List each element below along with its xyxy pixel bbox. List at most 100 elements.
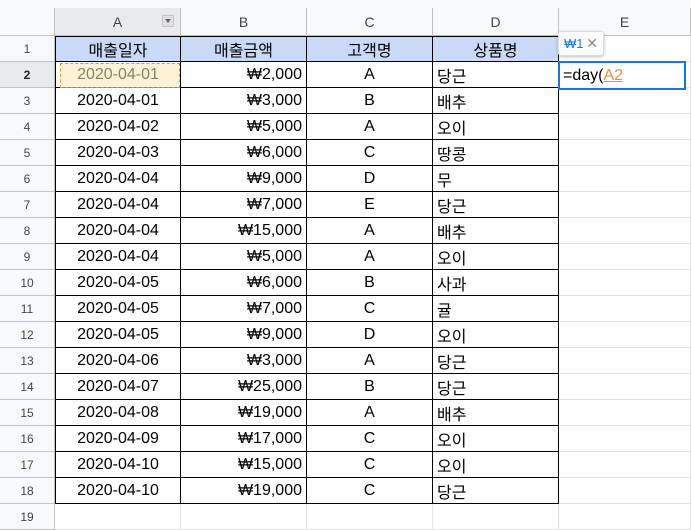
cell-d3[interactable]: 배추 xyxy=(433,88,559,114)
cell-c15[interactable]: A xyxy=(307,400,433,426)
cell-a17[interactable]: 2020-04-10 xyxy=(55,452,181,478)
cell-a13[interactable]: 2020-04-06 xyxy=(55,348,181,374)
cell-b14[interactable]: ₩25,000 xyxy=(181,374,307,400)
cell-d7[interactable]: 당근 xyxy=(433,192,559,218)
cell-c1[interactable]: 고객명 xyxy=(307,36,433,62)
cell-c7[interactable]: E xyxy=(307,192,433,218)
row-header-15[interactable]: 15 xyxy=(0,400,55,426)
row-header-6[interactable]: 6 xyxy=(0,166,55,192)
cell-a16[interactable]: 2020-04-09 xyxy=(55,426,181,452)
chevron-down-icon[interactable] xyxy=(162,15,174,27)
row-header-10[interactable]: 10 xyxy=(0,270,55,296)
cell-d1[interactable]: 상품명 xyxy=(433,36,559,62)
cell-a7[interactable]: 2020-04-04 xyxy=(55,192,181,218)
cell-b5[interactable]: ₩6,000 xyxy=(181,140,307,166)
cell-editor-e2[interactable]: =day(A2 xyxy=(558,61,686,90)
cell-d8[interactable]: 배추 xyxy=(433,218,559,244)
cell-b11[interactable]: ₩7,000 xyxy=(181,296,307,322)
row-header-17[interactable]: 17 xyxy=(0,452,55,478)
cell-e4[interactable] xyxy=(559,114,691,140)
cell-e15[interactable] xyxy=(559,400,691,426)
cell-b18[interactable]: ₩19,000 xyxy=(181,478,307,504)
cell-b16[interactable]: ₩17,000 xyxy=(181,426,307,452)
cell-e7[interactable] xyxy=(559,192,691,218)
cell-c17[interactable]: C xyxy=(307,452,433,478)
cell-e12[interactable] xyxy=(559,322,691,348)
cell-b13[interactable]: ₩3,000 xyxy=(181,348,307,374)
cell-d2[interactable]: 당근 xyxy=(433,62,559,88)
cell-b17[interactable]: ₩15,000 xyxy=(181,452,307,478)
cell-b7[interactable]: ₩7,000 xyxy=(181,192,307,218)
row-header-3[interactable]: 3 xyxy=(0,88,55,114)
cell-a2[interactable]: 2020-04-01 xyxy=(55,62,181,88)
row-header-1[interactable]: 1 xyxy=(0,36,55,62)
row-header-18[interactable]: 18 xyxy=(0,478,55,504)
cell-a11[interactable]: 2020-04-05 xyxy=(55,296,181,322)
cell-a12[interactable]: 2020-04-05 xyxy=(55,322,181,348)
cell-d14[interactable]: 당근 xyxy=(433,374,559,400)
close-icon[interactable]: ✕ xyxy=(586,35,598,52)
cell-b10[interactable]: ₩6,000 xyxy=(181,270,307,296)
column-header-a[interactable]: A xyxy=(55,8,181,36)
cell-a19[interactable] xyxy=(55,504,181,530)
cell-b12[interactable]: ₩9,000 xyxy=(181,322,307,348)
select-all-corner[interactable] xyxy=(0,8,55,36)
cell-e14[interactable] xyxy=(559,374,691,400)
row-header-19[interactable]: 19 xyxy=(0,504,55,530)
row-header-14[interactable]: 14 xyxy=(0,374,55,400)
cell-d19[interactable] xyxy=(433,504,559,530)
cell-a1[interactable]: 매출일자 xyxy=(55,36,181,62)
cell-e19[interactable] xyxy=(559,504,691,530)
cell-b2[interactable]: ₩2,000 xyxy=(181,62,307,88)
cell-a8[interactable]: 2020-04-04 xyxy=(55,218,181,244)
cell-e8[interactable] xyxy=(559,218,691,244)
cell-d11[interactable]: 귤 xyxy=(433,296,559,322)
cell-d12[interactable]: 오이 xyxy=(433,322,559,348)
column-header-b[interactable]: B xyxy=(181,8,307,36)
cell-e11[interactable] xyxy=(559,296,691,322)
cell-c14[interactable]: B xyxy=(307,374,433,400)
cell-e6[interactable] xyxy=(559,166,691,192)
cell-a10[interactable]: 2020-04-05 xyxy=(55,270,181,296)
cell-e5[interactable] xyxy=(559,140,691,166)
row-header-11[interactable]: 11 xyxy=(0,296,55,322)
cell-d15[interactable]: 배추 xyxy=(433,400,559,426)
cell-d17[interactable]: 오이 xyxy=(433,452,559,478)
cell-b4[interactable]: ₩5,000 xyxy=(181,114,307,140)
row-header-13[interactable]: 13 xyxy=(0,348,55,374)
row-header-7[interactable]: 7 xyxy=(0,192,55,218)
cell-c8[interactable]: A xyxy=(307,218,433,244)
cell-c11[interactable]: C xyxy=(307,296,433,322)
cell-e10[interactable] xyxy=(559,270,691,296)
cell-b15[interactable]: ₩19,000 xyxy=(181,400,307,426)
cell-e13[interactable] xyxy=(559,348,691,374)
cell-e18[interactable] xyxy=(559,478,691,504)
cell-c10[interactable]: B xyxy=(307,270,433,296)
cell-e3[interactable] xyxy=(559,88,691,114)
cell-e16[interactable] xyxy=(559,426,691,452)
cell-b19[interactable] xyxy=(181,504,307,530)
cell-b9[interactable]: ₩5,000 xyxy=(181,244,307,270)
cell-b8[interactable]: ₩15,000 xyxy=(181,218,307,244)
cell-d5[interactable]: 땅콩 xyxy=(433,140,559,166)
cell-b3[interactable]: ₩3,000 xyxy=(181,88,307,114)
cell-a4[interactable]: 2020-04-02 xyxy=(55,114,181,140)
cell-d18[interactable]: 당근 xyxy=(433,478,559,504)
cell-c18[interactable]: C xyxy=(307,478,433,504)
cell-d13[interactable]: 당근 xyxy=(433,348,559,374)
column-header-c[interactable]: C xyxy=(307,8,433,36)
row-header-9[interactable]: 9 xyxy=(0,244,55,270)
cell-e9[interactable] xyxy=(559,244,691,270)
cell-a5[interactable]: 2020-04-03 xyxy=(55,140,181,166)
cell-e17[interactable] xyxy=(559,452,691,478)
cell-b1[interactable]: 매출금액 xyxy=(181,36,307,62)
cell-a14[interactable]: 2020-04-07 xyxy=(55,374,181,400)
cell-c13[interactable]: A xyxy=(307,348,433,374)
cell-c4[interactable]: A xyxy=(307,114,433,140)
row-header-4[interactable]: 4 xyxy=(0,114,55,140)
cell-c9[interactable]: A xyxy=(307,244,433,270)
cell-d4[interactable]: 오이 xyxy=(433,114,559,140)
cell-d6[interactable]: 무 xyxy=(433,166,559,192)
cell-a3[interactable]: 2020-04-01 xyxy=(55,88,181,114)
cell-d10[interactable]: 사과 xyxy=(433,270,559,296)
